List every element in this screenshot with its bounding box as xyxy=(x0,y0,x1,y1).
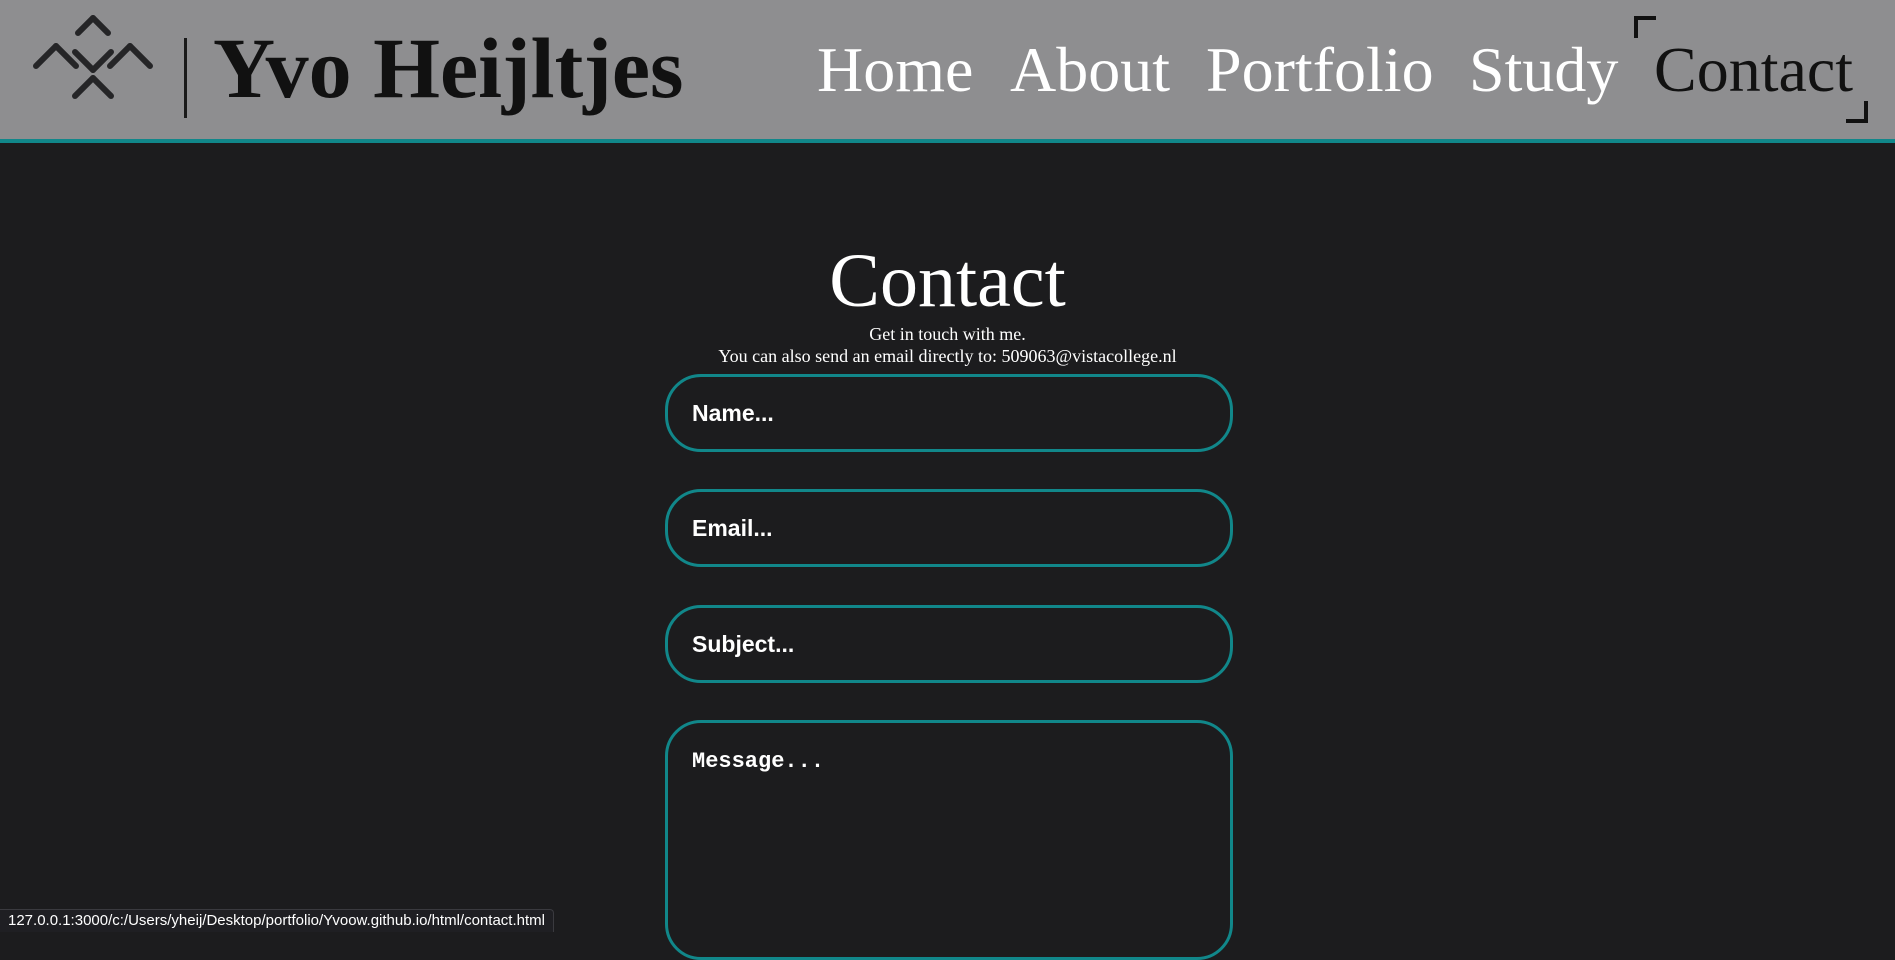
active-corner-top-left-icon xyxy=(1634,16,1656,38)
nav-about-link[interactable]: About xyxy=(1010,30,1170,110)
site-brand[interactable]: Yvo Heijltjes xyxy=(213,18,683,118)
logo-divider xyxy=(184,38,187,118)
active-corner-bottom-right-icon xyxy=(1846,101,1868,123)
contact-subtitle: Get in touch with me. xyxy=(0,323,1895,345)
nav-portfolio-link[interactable]: Portfolio xyxy=(1206,30,1434,110)
site-header: Yvo Heijltjes Home About Portfolio Study… xyxy=(0,0,1895,143)
contact-email-note: You can also send an email directly to: … xyxy=(0,345,1895,367)
browser-status-url: 127.0.0.1:3000/c:/Users/yheij/Desktop/po… xyxy=(0,909,554,932)
message-textarea[interactable] xyxy=(665,720,1233,960)
nav-study-link[interactable]: Study xyxy=(1469,30,1618,110)
nav-home-link[interactable]: Home xyxy=(817,30,973,110)
page-title: Contact xyxy=(0,236,1895,326)
nav-contact-link[interactable]: Contact xyxy=(1654,30,1853,110)
diamond-cross-logo-icon[interactable] xyxy=(30,8,156,100)
subject-input[interactable] xyxy=(665,605,1233,683)
name-input[interactable] xyxy=(665,374,1233,452)
email-input[interactable] xyxy=(665,489,1233,567)
